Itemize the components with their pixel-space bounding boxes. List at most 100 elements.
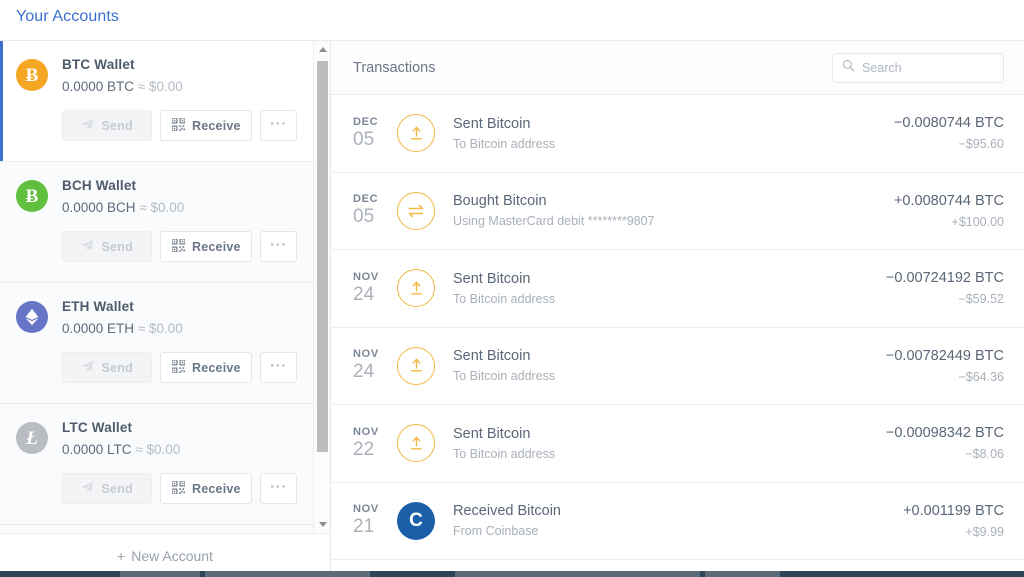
page-title: Your Accounts — [16, 8, 120, 25]
receive-button[interactable]: Receive — [160, 473, 253, 504]
transaction-day: 24 — [353, 283, 375, 305]
receive-button[interactable]: Receive — [160, 352, 253, 383]
account-card-bch[interactable]: Ƀ BCH Wallet 0.0000 BCH ≈ $0.00 Send Receive… — [0, 162, 313, 283]
transaction-row[interactable]: NOV 21 C Received Bitcoin From Coinbase +0.00… — [331, 483, 1024, 560]
plus-icon: + — [117, 547, 126, 564]
transaction-amount-crypto: +0.001199 BTC — [903, 502, 1004, 519]
transaction-amount-fiat: −$95.60 — [958, 137, 1004, 152]
send-arrow-icon — [397, 114, 435, 153]
transaction-amount-crypto: +0.0080744 BTC — [893, 192, 1004, 209]
transaction-title: Sent Bitcoin — [453, 115, 531, 132]
transaction-month: NOV — [353, 425, 379, 438]
more-options-button[interactable]: ··· — [260, 231, 297, 262]
receive-button[interactable]: Receive — [160, 110, 253, 141]
qr-code-icon — [171, 358, 186, 376]
send-arrow-icon — [397, 424, 435, 463]
transaction-subtitle: Using MasterCard debit ********9807 — [453, 214, 655, 229]
ltc-coin-icon: Ł — [16, 422, 48, 454]
search-input[interactable] — [862, 60, 994, 75]
search-icon — [842, 59, 855, 77]
send-button-label: Send — [101, 118, 133, 133]
scroll-down-arrow-icon[interactable] — [314, 516, 331, 533]
send-button-label: Send — [101, 239, 133, 254]
more-options-button[interactable]: ··· — [260, 352, 297, 383]
transaction-title: Sent Bitcoin — [453, 425, 531, 442]
scrollbar-thumb[interactable] — [317, 61, 328, 452]
transactions-list: DEC 05 Sent Bitcoin To Bitcoin address −0.00… — [331, 95, 1024, 577]
receive-button-label: Receive — [192, 360, 241, 375]
approx-symbol: ≈ — [135, 442, 143, 457]
accounts-panel: Ƀ BTC Wallet 0.0000 BTC ≈ $0.00 Send Receive… — [0, 40, 331, 577]
transaction-day: 05 — [353, 206, 375, 228]
transaction-row[interactable]: NOV 22 Sent Bitcoin To Bitcoin address −0.00… — [331, 405, 1024, 483]
transactions-panel: Transactions DEC05Sent BitcoinTo Bitcoin… — [331, 40, 1024, 577]
paper-plane-icon — [81, 481, 94, 497]
transaction-month: NOV — [353, 348, 379, 361]
approx-symbol: ≈ — [137, 321, 146, 336]
account-name: ETH Wallet — [62, 299, 135, 314]
eth-coin-icon — [16, 301, 48, 333]
transaction-amount-fiat: −$8.06 — [965, 447, 1004, 462]
receive-button-label: Receive — [192, 481, 241, 496]
paper-plane-icon — [81, 118, 94, 134]
approx-symbol: ≈ — [139, 200, 147, 215]
account-card-btc[interactable]: Ƀ BTC Wallet 0.0000 BTC ≈ $0.00 Send Receive… — [0, 41, 313, 162]
transaction-amount-crypto: −0.00724192 BTC — [885, 270, 1004, 287]
account-name: BTC Wallet — [62, 57, 135, 72]
os-taskbar — [0, 571, 1024, 577]
transaction-subtitle: To Bitcoin address — [453, 136, 556, 151]
account-balance-crypto: 0.0000 BCH — [62, 200, 136, 215]
paper-plane-icon — [81, 239, 94, 255]
transaction-row[interactable]: NOV 24 Sent Bitcoin To Bitcoin address −0.00… — [331, 328, 1024, 405]
scroll-up-arrow-icon[interactable] — [314, 41, 331, 58]
account-balance-fiat: $0.00 — [146, 442, 181, 457]
transaction-month: DEC — [353, 115, 379, 128]
more-options-button[interactable]: ··· — [260, 473, 297, 504]
account-card-ltc[interactable]: Ł LTC Wallet 0.0000 LTC ≈ $0.00 Send Receive… — [0, 404, 313, 525]
account-name: LTC Wallet — [62, 420, 133, 435]
qr-code-icon — [171, 116, 186, 134]
transaction-subtitle: To Bitcoin address — [453, 446, 556, 461]
transaction-title: Sent Bitcoin — [453, 270, 531, 287]
transaction-title: Received Bitcoin — [453, 503, 561, 520]
transaction-date: DEC 05 — [353, 193, 397, 228]
bch-coin-icon: Ƀ — [16, 180, 48, 212]
transaction-row[interactable]: DEC 05 Sent Bitcoin To Bitcoin address −0.00… — [331, 95, 1024, 173]
accounts-list: Ƀ BTC Wallet 0.0000 BTC ≈ $0.00 Send Receive… — [0, 41, 313, 533]
send-button-label: Send — [101, 481, 133, 496]
transaction-date: NOV 24 — [353, 348, 397, 383]
transaction-amount-fiat: +$100.00 — [951, 214, 1004, 229]
send-button[interactable]: Send — [62, 352, 153, 383]
account-balance: 0.0000 ETH ≈ $0.00 — [62, 321, 183, 336]
receive-button[interactable]: Receive — [160, 231, 253, 262]
transaction-month: DEC — [353, 193, 379, 206]
transaction-amount-fiat: −$59.52 — [958, 292, 1004, 307]
send-arrow-icon — [397, 269, 435, 308]
account-balance-fiat: $0.00 — [149, 79, 183, 94]
account-balance: 0.0000 LTC ≈ $0.00 — [62, 442, 180, 457]
exchange-arrows-icon — [397, 191, 435, 230]
account-balance-crypto: 0.0000 LTC — [62, 442, 132, 457]
qr-code-icon — [171, 237, 186, 255]
send-button[interactable]: Send — [62, 231, 153, 262]
accounts-scrollbar[interactable] — [313, 41, 330, 533]
more-options-button[interactable]: ··· — [260, 110, 297, 141]
account-balance-crypto: 0.0000 BTC — [62, 79, 135, 94]
transaction-row[interactable]: NOV 24 Sent Bitcoin To Bitcoin address −0.00… — [331, 250, 1024, 328]
send-arrow-icon — [397, 346, 435, 385]
transaction-row[interactable]: DEC 05 Bought Bitcoin Using MasterCard debi… — [331, 173, 1024, 250]
account-balance-fiat: $0.00 — [149, 321, 183, 336]
account-name: BCH Wallet — [62, 178, 137, 193]
btc-coin-icon: Ƀ — [16, 59, 48, 91]
send-button[interactable]: Send — [62, 473, 153, 504]
transaction-day: 21 — [353, 516, 375, 538]
transaction-amount-crypto: −0.00098342 BTC — [885, 425, 1004, 442]
receive-button-label: Receive — [192, 239, 241, 254]
account-card-eth[interactable]: ETH Wallet 0.0000 ETH ≈ $0.00 Send Receive ·… — [0, 283, 313, 404]
search-box[interactable] — [832, 52, 1004, 83]
transaction-day: 24 — [353, 361, 375, 383]
account-balance: 0.0000 BCH ≈ $0.00 — [62, 200, 184, 215]
transactions-title: Transactions — [353, 59, 436, 76]
transaction-title: Sent Bitcoin — [453, 348, 531, 365]
send-button[interactable]: Send — [62, 110, 153, 141]
